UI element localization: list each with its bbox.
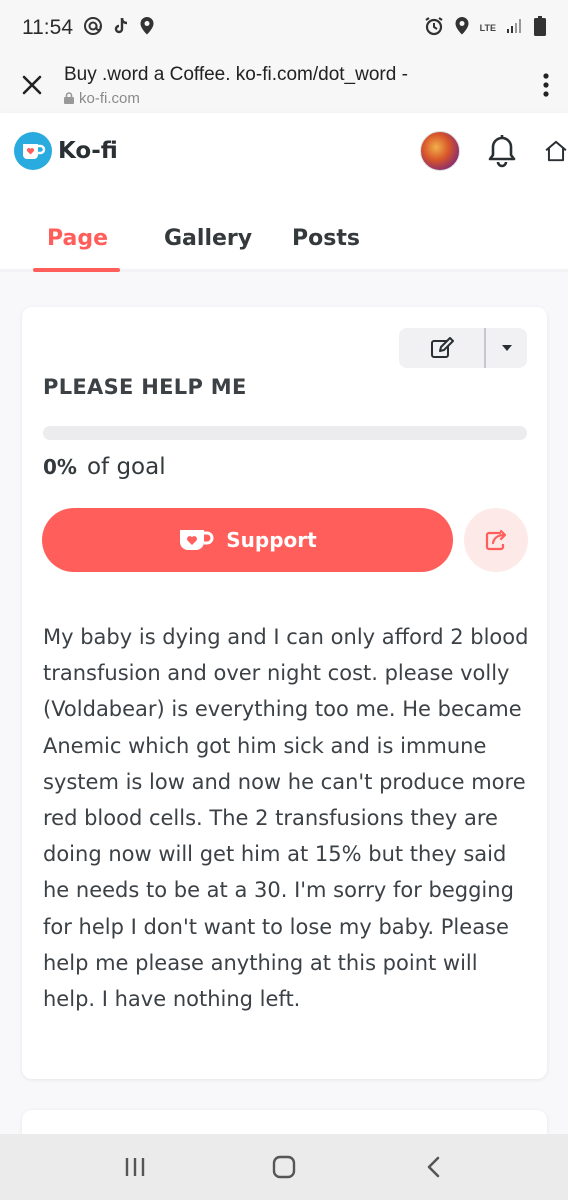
status-bar: 11:54 LTE — [0, 0, 568, 56]
status-time: 11:54 — [22, 16, 73, 39]
lock-icon — [64, 89, 74, 108]
kofi-header: Ko-fi — [0, 113, 568, 188]
home-nav-button[interactable] — [254, 1137, 314, 1197]
browser-menu-button[interactable] — [524, 56, 568, 113]
bell-icon — [488, 134, 516, 167]
kofi-logo-text: Ko-fi — [58, 137, 118, 164]
goal-options-dropdown[interactable] — [486, 328, 527, 368]
system-nav-bar — [0, 1134, 568, 1200]
avatar[interactable] — [420, 130, 460, 171]
location-icon — [139, 16, 155, 40]
recent-apps-button[interactable] — [105, 1137, 165, 1197]
goal-percent: 0% — [43, 455, 77, 479]
tab-gallery[interactable]: Gallery — [164, 226, 252, 251]
tab-posts[interactable]: Posts — [292, 226, 360, 251]
edit-goal-button[interactable] — [399, 328, 486, 368]
battery-icon — [534, 16, 546, 40]
browser-bar: Buy .word a Coffee. ko-fi.com/dot_word -… — [0, 56, 568, 113]
support-label: Support — [226, 528, 317, 552]
goal-description: My baby is dying and I can only afford 2… — [43, 625, 529, 1012]
share-button[interactable] — [464, 508, 528, 572]
share-icon — [485, 529, 507, 551]
caret-down-icon — [501, 345, 512, 351]
network-type: LTE — [479, 22, 496, 33]
kofi-cup-icon — [180, 530, 214, 550]
at-icon — [83, 16, 103, 40]
home-button-icon — [272, 1155, 296, 1179]
profile-tabs: Page Gallery Posts — [0, 188, 568, 272]
edit-goal-controls — [399, 328, 527, 368]
kofi-cup-icon — [14, 131, 52, 170]
tiktok-icon — [113, 17, 129, 39]
more-vert-icon — [543, 72, 549, 97]
edit-icon — [430, 337, 454, 358]
home-icon — [545, 140, 567, 161]
alarm-icon — [424, 16, 444, 40]
back-icon — [428, 1156, 440, 1178]
goal-title: PLEASE HELP ME — [43, 375, 247, 399]
goal-status: 0% of goal — [43, 454, 166, 480]
goal-progress-bar — [43, 426, 527, 440]
location-icon — [454, 16, 470, 40]
kofi-logo[interactable]: Ko-fi — [14, 131, 118, 170]
close-tab-button[interactable] — [0, 56, 64, 113]
notifications-button[interactable] — [486, 134, 518, 168]
support-button[interactable]: Support — [42, 508, 453, 572]
url-block[interactable]: Buy .word a Coffee. ko-fi.com/dot_word -… — [64, 62, 524, 108]
page-title: Buy .word a Coffee. ko-fi.com/dot_word - — [64, 63, 408, 85]
close-icon — [22, 75, 42, 94]
home-button[interactable] — [544, 135, 568, 167]
back-button[interactable] — [403, 1137, 463, 1197]
recent-apps-icon — [125, 1158, 144, 1176]
goal-suffix: of goal — [86, 454, 166, 480]
goal-card: PLEASE HELP ME 0% of goal Support My bab… — [22, 307, 547, 1079]
signal-icon — [506, 18, 524, 38]
domain-text: ko-fi.com — [79, 89, 140, 107]
tab-page[interactable]: Page — [47, 226, 108, 251]
